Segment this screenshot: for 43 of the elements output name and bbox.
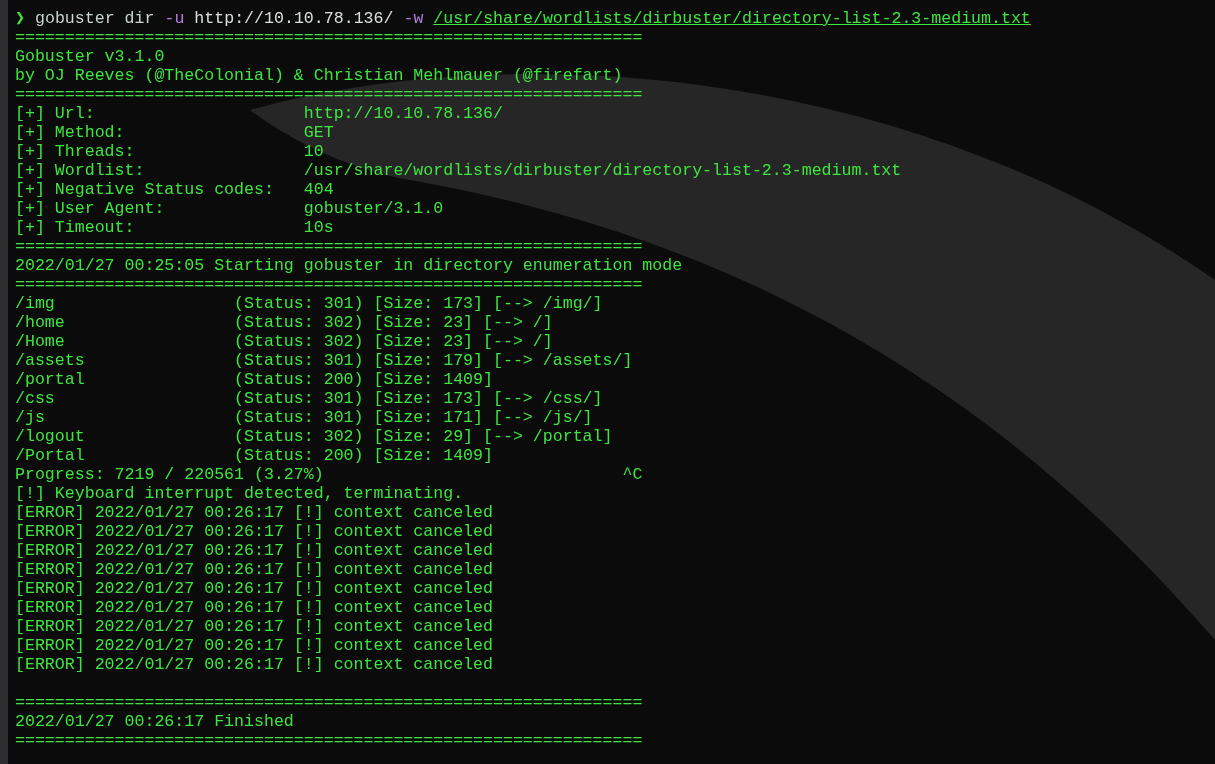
output-line: [ERROR] 2022/01/27 00:26:17 [!] context canceled bbox=[15, 655, 494, 674]
output-line: /css (Status: 301) [Size: 173] [--> /css/] bbox=[15, 389, 604, 408]
output-line: [+] Timeout: 10s bbox=[15, 218, 335, 237]
output-line: [+] User Agent: gobuster/3.1.0 bbox=[15, 199, 445, 218]
command-text: -w bbox=[403, 9, 424, 28]
output-line: Progress: 7219 / 220561 (3.27%) ^C bbox=[15, 465, 644, 484]
output-line: [ERROR] 2022/01/27 00:26:17 [!] context canceled bbox=[15, 560, 494, 579]
command-path-link[interactable]: /usr/share/wordlists/dirbuster/directory-list-2.3-medium.txt bbox=[433, 9, 1031, 28]
output-line: /Portal (Status: 200) [Size: 1409] bbox=[15, 446, 494, 465]
output-line: [ERROR] 2022/01/27 00:26:17 [!] context canceled bbox=[15, 541, 494, 560]
output-line: [ERROR] 2022/01/27 00:26:17 [!] context canceled bbox=[15, 579, 494, 598]
separator-line: =============================================================== bbox=[15, 731, 644, 750]
command-text: -u bbox=[164, 9, 185, 28]
output-line: by OJ Reeves (@TheColonial) & Christian Mehlmauer (@firefart) bbox=[15, 66, 624, 85]
output-line: [ERROR] 2022/01/27 00:26:17 [!] context canceled bbox=[15, 503, 494, 522]
command-text: http://10.10.78.136/ bbox=[194, 9, 394, 28]
separator-line: =============================================================== bbox=[15, 237, 644, 256]
output-line: /Home (Status: 302) [Size: 23] [--> /] bbox=[15, 332, 554, 351]
output-line: [+] Negative Status codes: 404 bbox=[15, 180, 335, 199]
output-line: /logout (Status: 302) [Size: 29] [--> /portal] bbox=[15, 427, 614, 446]
output-line: /assets (Status: 301) [Size: 179] [--> /assets/] bbox=[15, 351, 634, 370]
output-line: 2022/01/27 00:25:05 Starting gobuster in directory enumeration mode bbox=[15, 256, 684, 275]
output-line: /portal (Status: 200) [Size: 1409] bbox=[15, 370, 494, 389]
output-line: /home (Status: 302) [Size: 23] [--> /] bbox=[15, 313, 554, 332]
output-line: /img (Status: 301) [Size: 173] [--> /img/] bbox=[15, 294, 604, 313]
output-line: [ERROR] 2022/01/27 00:26:17 [!] context canceled bbox=[15, 636, 494, 655]
output-line: [ERROR] 2022/01/27 00:26:17 [!] context canceled bbox=[15, 598, 494, 617]
output-line: [ERROR] 2022/01/27 00:26:17 [!] context canceled bbox=[15, 522, 494, 541]
prompt-symbol: ❯ bbox=[15, 9, 25, 28]
output-line: [+] Wordlist: /usr/share/wordlists/dirbuster/directory-list-2.3-medium.txt bbox=[15, 161, 903, 180]
output-line: [ERROR] 2022/01/27 00:26:17 [!] context canceled bbox=[15, 617, 494, 636]
separator-line: =============================================================== bbox=[15, 275, 644, 294]
output-line: [+] Threads: 10 bbox=[15, 142, 325, 161]
separator-line: =============================================================== bbox=[15, 28, 644, 47]
output-line: [+] Url: http://10.10.78.136/ bbox=[15, 104, 504, 123]
output-line: 2022/01/27 00:26:17 Finished bbox=[15, 712, 295, 731]
separator-line: =============================================================== bbox=[15, 693, 644, 712]
output-line: /js (Status: 301) [Size: 171] [--> /js/] bbox=[15, 408, 594, 427]
command-text: gobuster dir bbox=[34, 9, 155, 28]
output-line: Gobuster v3.1.0 bbox=[15, 47, 166, 66]
separator-line: =============================================================== bbox=[15, 85, 644, 104]
output-line: [!] Keyboard interrupt detected, terminating. bbox=[15, 484, 465, 503]
output-line: [+] Method: GET bbox=[15, 123, 335, 142]
